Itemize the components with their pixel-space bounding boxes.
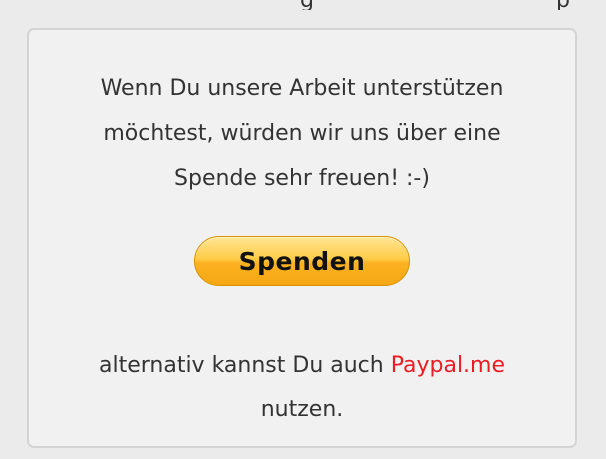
donation-intro-text: Wenn Du unsere Arbeit unterstützen möcht…	[100, 76, 504, 191]
alternative-suffix: nutzen.	[260, 397, 344, 422]
donate-button[interactable]: Spenden	[194, 236, 410, 286]
alternative-prefix: alternativ kannst Du auch	[98, 353, 391, 378]
donation-panel: Wenn Du unsere Arbeit unterstützen möcht…	[27, 28, 577, 448]
paypal-me-link[interactable]: Paypal.me	[391, 353, 505, 378]
clipped-previous-text: g p	[0, 0, 606, 10]
donate-button-label: Spenden	[238, 246, 366, 276]
alternative-donation-text: alternativ kannst Du auch Paypal.me nutze…	[29, 344, 575, 432]
